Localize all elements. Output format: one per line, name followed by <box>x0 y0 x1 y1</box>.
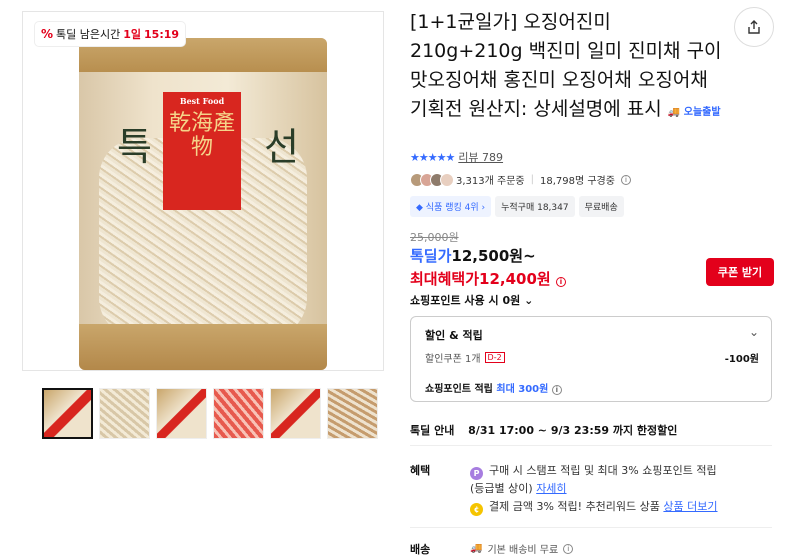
share-button[interactable] <box>734 7 774 47</box>
point-use-dropdown[interactable]: 쇼핑포인트 사용 시 0원 ⌄ <box>410 292 533 308</box>
social-proof: 3,313개 주문중 | 18,798명 구경중 i <box>410 172 631 187</box>
max-benefit-price-row: 최대혜택가12,400원 i <box>410 268 566 289</box>
deal-price-row: 톡딜가12,500원~ <box>410 245 536 266</box>
product-title-text: [1+1균일가] 오징어진미 210g+210g 백진미 일미 진미채 구이맛오… <box>410 11 722 120</box>
deal-timer-label: 톡딜 남은시간 <box>56 28 121 41</box>
divider <box>410 445 772 446</box>
package-brand: Best Food <box>179 96 225 106</box>
shipping-label: 배송 <box>410 543 431 556</box>
share-icon <box>748 20 760 34</box>
thumbnail-strip <box>42 388 378 439</box>
info-icon[interactable]: i <box>555 277 566 287</box>
benefit-label: 혜택 <box>410 464 431 477</box>
truck-icon: 🚚 <box>470 543 483 554</box>
deal-timer-time: 15:19 <box>144 27 180 41</box>
discount-panel: 할인 & 적립 ⌄ 할인쿠폰 1개 D-2 -100원 쇼핑포인트 적립 최대 … <box>410 316 772 402</box>
point-earn: 쇼핑포인트 적립 최대 300원 i <box>425 380 562 395</box>
package-char-left: 특 <box>117 125 152 169</box>
chevron-down-icon: ⌄ <box>524 294 534 307</box>
thumbnail-5[interactable] <box>270 388 321 439</box>
shipping-info: 🚚 기본 배송비 무료 i <box>470 541 574 556</box>
thumbnail-3[interactable] <box>156 388 207 439</box>
deal-price: 12,500원~ <box>451 247 536 265</box>
benefit-reward: ¢ 결제 금액 3% 적립! 추천리워드 상품 상품 더보기 <box>470 498 718 516</box>
deal-info: 톡딜 안내 8/31 17:00 ~ 9/3 23:59 까지 한정할인 <box>410 422 677 438</box>
original-price: 25,000원 <box>410 231 459 244</box>
deal-price-label: 톡딜가 <box>410 247 452 265</box>
product-title: [1+1균일가] 오징어진미 210g+210g 백진미 일미 진미채 구이맛오… <box>410 8 725 127</box>
orders-count: 3,313개 주문중 <box>456 176 525 187</box>
details-link[interactable]: 자세히 <box>536 482 566 495</box>
coin-icon: ¢ <box>470 503 483 516</box>
discount-coupon: 할인쿠폰 1개 D-2 <box>425 350 505 365</box>
benefit-stamp: P 구매 시 스탬프 적립 및 최대 3% 쇼핑포인트 적립 (등급별 상이) 자… <box>470 464 717 495</box>
review-link[interactable]: 리뷰 789 <box>458 149 503 165</box>
more-products-link[interactable]: 상품 더보기 <box>663 500 717 513</box>
discount-title: 할인 & 적립 <box>425 329 483 342</box>
package-char-right: 선 <box>264 125 299 169</box>
info-icon[interactable]: i <box>563 543 574 554</box>
chevron-down-icon[interactable]: ⌄ <box>749 325 759 339</box>
deal-info-label: 톡딜 안내 <box>410 424 455 437</box>
d-day-tag: D-2 <box>484 352 505 363</box>
thumbnail-2[interactable] <box>99 388 150 439</box>
free-shipping-chip: 무료배송 <box>578 196 624 217</box>
rating-row: ★★★★★ 리뷰 789 <box>410 149 503 165</box>
product-main-image[interactable]: % 톡딜 남은시간 1일 15:19 특 선 Best Food 乾海產物 <box>22 11 384 371</box>
rating-stars: ★★★★★ <box>410 150 455 164</box>
divider <box>410 527 772 528</box>
get-coupon-button[interactable]: 쿠폰 받기 <box>706 258 774 286</box>
buyer-avatars <box>410 172 454 187</box>
today-shipping-tag: 🚚 오늘출발 <box>667 107 721 118</box>
thumbnail-4[interactable] <box>213 388 264 439</box>
deal-timer-day: 1일 <box>123 28 142 41</box>
deal-timer-badge: % 톡딜 남은시간 1일 15:19 <box>35 22 186 46</box>
deal-info-period: 8/31 17:00 ~ 9/3 23:59 까지 한정할인 <box>468 424 678 437</box>
discount-percent-icon: % <box>41 27 54 41</box>
coupon-amount: -100원 <box>724 354 759 365</box>
point-p-icon: P <box>470 467 483 480</box>
point-earn-value: 최대 300원 <box>496 384 549 395</box>
thumbnail-1[interactable] <box>42 388 93 439</box>
ranking-chip[interactable]: ◆ 식품 랭킹 4위 › <box>410 196 492 217</box>
max-benefit-price: 12,400원 <box>479 270 551 288</box>
package-red-label: Best Food 乾海產物 <box>163 92 241 210</box>
max-benefit-label: 최대혜택가 <box>410 270 480 288</box>
package-hanja: 乾海產物 <box>168 111 235 160</box>
product-chips: ◆ 식품 랭킹 4위 › 누적구매 18,347 무료배송 <box>410 196 624 217</box>
cumulative-chip: 누적구매 18,347 <box>495 196 575 217</box>
product-package: 특 선 Best Food 乾海產物 <box>79 38 327 370</box>
thumbnail-6[interactable] <box>327 388 378 439</box>
info-icon[interactable]: i <box>551 385 562 395</box>
info-icon[interactable]: i <box>620 174 631 185</box>
today-shipping-label: 오늘출발 <box>683 107 721 118</box>
viewers-count: 18,798명 구경중 <box>539 176 615 187</box>
